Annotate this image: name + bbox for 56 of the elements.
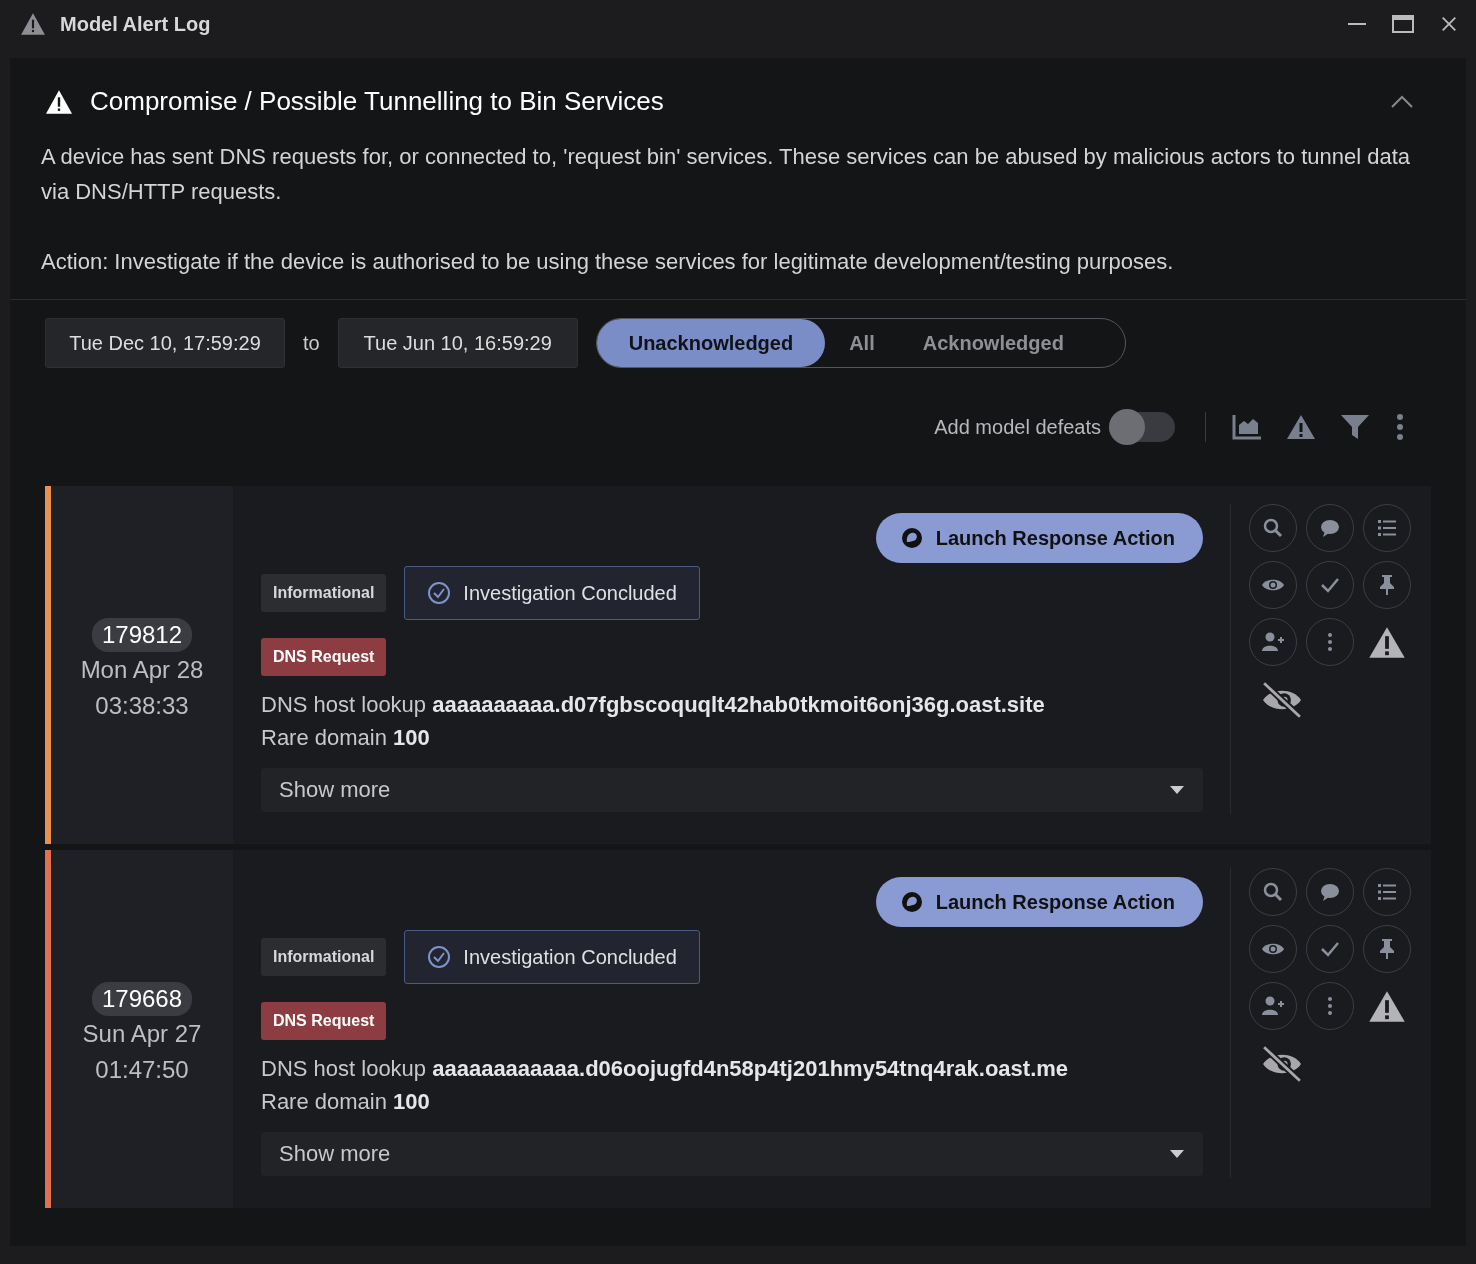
alert-id-badge: 179812 xyxy=(91,618,193,652)
add-user-icon xyxy=(1261,994,1285,1018)
minimize-icon xyxy=(1348,23,1366,25)
warning-icon xyxy=(44,88,74,115)
status-button[interactable]: Investigation Concluded xyxy=(404,930,700,984)
alert-time: 03:38:33 xyxy=(95,691,189,721)
launch-response-button[interactable]: Launch Response Action xyxy=(875,877,1203,927)
show-more-button[interactable]: Show more xyxy=(261,768,1203,812)
warning-icon[interactable] xyxy=(1368,625,1406,659)
model-defeats-toggle[interactable] xyxy=(1109,412,1175,442)
detail-text: DNS host lookup aaaaaaaaaa.d07fgbscoquqlt42hab0tkmoit6onj36g.oast.site xyxy=(261,691,1045,719)
chat-icon xyxy=(899,890,924,914)
more-options-icon xyxy=(1328,633,1332,651)
model-title: Compromise / Possible Tunnelling to Bin Services xyxy=(90,86,664,117)
alert-date: Sun Apr 27 xyxy=(82,1019,202,1049)
filter-icon[interactable] xyxy=(1340,414,1370,440)
alert-time: 01:47:50 xyxy=(95,1055,189,1085)
caret-icon xyxy=(1169,1149,1185,1159)
status-button[interactable]: Investigation Concluded xyxy=(404,566,700,620)
chart-icon[interactable] xyxy=(1232,414,1262,440)
category-tag: DNS Request xyxy=(261,1002,387,1040)
alert-id-badge: 179668 xyxy=(91,982,193,1016)
chat-icon xyxy=(899,526,924,550)
chevron-icon xyxy=(1390,94,1414,109)
filter-tab[interactable]: Acknowledged xyxy=(898,319,1088,367)
start-date-field[interactable]: Tue Dec 10, 17:59:29 xyxy=(45,318,285,368)
detail-text: DNS host lookup aaaaaaaaaaaa.d06oojugfd4n58p4tj201hmy54tnq4rak.oast.me xyxy=(261,1055,1069,1083)
warning-icon[interactable] xyxy=(1368,989,1406,1023)
severity-tag: Informational xyxy=(261,938,387,976)
search-icon xyxy=(1261,516,1285,540)
search-icon xyxy=(1261,880,1285,904)
more-options-icon xyxy=(1328,997,1332,1015)
warning-icon xyxy=(20,12,46,36)
caret-icon xyxy=(1169,785,1185,795)
show-more-button[interactable]: Show more xyxy=(261,1132,1203,1176)
filter-tab[interactable]: Unacknowledged xyxy=(596,319,826,367)
alert-date: Mon Apr 28 xyxy=(80,655,204,685)
close-icon xyxy=(1440,15,1458,33)
toggle-label: Add model defeats xyxy=(934,415,1101,439)
filter-tab[interactable]: All xyxy=(825,319,899,367)
category-tag: DNS Request xyxy=(261,638,387,676)
description-text: A device has sent DNS requests for, or connected to, 'request bin' services. These services can be abused by malicious actors to tunnel data via DNS/HTTP requests. xyxy=(41,143,1412,206)
more-options-icon[interactable] xyxy=(1396,414,1404,440)
score-text: Rare domain 100 xyxy=(261,1088,430,1116)
description-text: Action: Investigate if the device is authorised to be using these services for legitimate development/testing purposes. xyxy=(41,248,1175,276)
maximize-icon xyxy=(1392,14,1414,34)
check-circle-icon xyxy=(427,945,452,969)
range-separator: to xyxy=(303,331,320,355)
score-text: Rare domain 100 xyxy=(261,724,430,752)
launch-response-button[interactable]: Launch Response Action xyxy=(875,513,1203,563)
add-user-icon xyxy=(1261,630,1285,654)
window-title: Model Alert Log xyxy=(60,12,211,36)
end-date-field[interactable]: Tue Jun 10, 16:59:29 xyxy=(337,318,578,368)
severity-tag: Informational xyxy=(261,574,387,612)
warning-icon[interactable] xyxy=(1286,414,1316,440)
check-circle-icon xyxy=(427,581,452,605)
